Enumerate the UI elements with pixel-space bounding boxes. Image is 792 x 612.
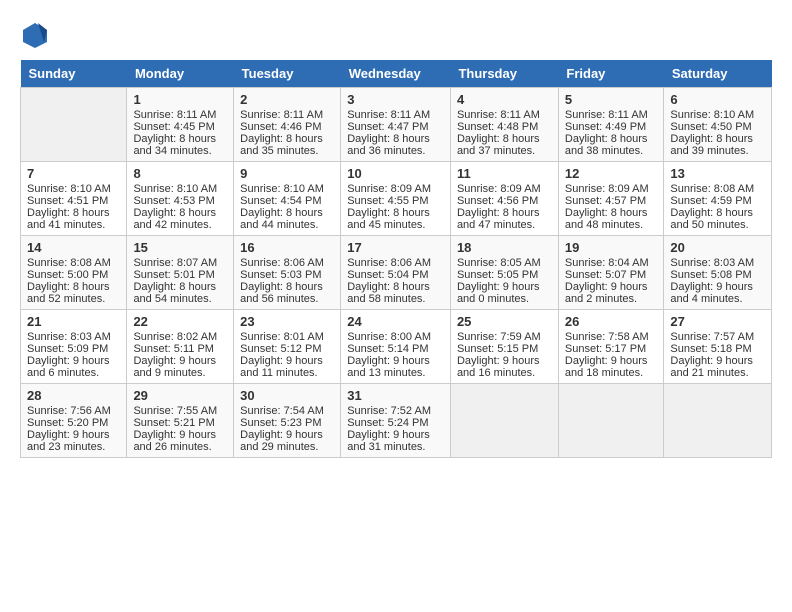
calendar-cell: 8Sunrise: 8:10 AMSunset: 4:53 PMDaylight…	[127, 162, 234, 236]
calendar-cell: 19Sunrise: 8:04 AMSunset: 5:07 PMDayligh…	[558, 236, 664, 310]
calendar-cell: 3Sunrise: 8:11 AMSunset: 4:47 PMDaylight…	[341, 88, 451, 162]
day-header-friday: Friday	[558, 60, 664, 88]
date-number: 22	[133, 314, 227, 329]
calendar-cell: 24Sunrise: 8:00 AMSunset: 5:14 PMDayligh…	[341, 310, 451, 384]
calendar-week-2: 7Sunrise: 8:10 AMSunset: 4:51 PMDaylight…	[21, 162, 772, 236]
day-header-saturday: Saturday	[664, 60, 772, 88]
calendar-body: 1Sunrise: 8:11 AMSunset: 4:45 PMDaylight…	[21, 88, 772, 458]
date-number: 17	[347, 240, 444, 255]
date-number: 13	[670, 166, 765, 181]
calendar-table: SundayMondayTuesdayWednesdayThursdayFrid…	[20, 60, 772, 458]
date-number: 25	[457, 314, 552, 329]
date-number: 14	[27, 240, 120, 255]
date-number: 2	[240, 92, 334, 107]
calendar-cell: 12Sunrise: 8:09 AMSunset: 4:57 PMDayligh…	[558, 162, 664, 236]
calendar-cell: 22Sunrise: 8:02 AMSunset: 5:11 PMDayligh…	[127, 310, 234, 384]
date-number: 7	[27, 166, 120, 181]
calendar-cell: 29Sunrise: 7:55 AMSunset: 5:21 PMDayligh…	[127, 384, 234, 458]
date-number: 10	[347, 166, 444, 181]
calendar-week-4: 21Sunrise: 8:03 AMSunset: 5:09 PMDayligh…	[21, 310, 772, 384]
calendar-cell: 15Sunrise: 8:07 AMSunset: 5:01 PMDayligh…	[127, 236, 234, 310]
calendar-cell: 27Sunrise: 7:57 AMSunset: 5:18 PMDayligh…	[664, 310, 772, 384]
calendar-cell: 2Sunrise: 8:11 AMSunset: 4:46 PMDaylight…	[234, 88, 341, 162]
day-header-tuesday: Tuesday	[234, 60, 341, 88]
date-number: 1	[133, 92, 227, 107]
calendar-cell: 14Sunrise: 8:08 AMSunset: 5:00 PMDayligh…	[21, 236, 127, 310]
calendar-cell: 5Sunrise: 8:11 AMSunset: 4:49 PMDaylight…	[558, 88, 664, 162]
date-number: 19	[565, 240, 658, 255]
header-row: SundayMondayTuesdayWednesdayThursdayFrid…	[21, 60, 772, 88]
calendar-cell: 4Sunrise: 8:11 AMSunset: 4:48 PMDaylight…	[450, 88, 558, 162]
date-number: 23	[240, 314, 334, 329]
calendar-cell: 26Sunrise: 7:58 AMSunset: 5:17 PMDayligh…	[558, 310, 664, 384]
date-number: 8	[133, 166, 227, 181]
calendar-cell	[664, 384, 772, 458]
date-number: 16	[240, 240, 334, 255]
date-number: 18	[457, 240, 552, 255]
date-number: 21	[27, 314, 120, 329]
calendar-week-1: 1Sunrise: 8:11 AMSunset: 4:45 PMDaylight…	[21, 88, 772, 162]
calendar-cell: 23Sunrise: 8:01 AMSunset: 5:12 PMDayligh…	[234, 310, 341, 384]
date-number: 28	[27, 388, 120, 403]
date-number: 30	[240, 388, 334, 403]
calendar-cell: 7Sunrise: 8:10 AMSunset: 4:51 PMDaylight…	[21, 162, 127, 236]
calendar-cell	[450, 384, 558, 458]
day-header-wednesday: Wednesday	[341, 60, 451, 88]
day-header-sunday: Sunday	[21, 60, 127, 88]
date-number: 11	[457, 166, 552, 181]
calendar-week-5: 28Sunrise: 7:56 AMSunset: 5:20 PMDayligh…	[21, 384, 772, 458]
logo-icon	[20, 20, 50, 50]
day-header-thursday: Thursday	[450, 60, 558, 88]
date-number: 4	[457, 92, 552, 107]
date-number: 3	[347, 92, 444, 107]
calendar-cell: 6Sunrise: 8:10 AMSunset: 4:50 PMDaylight…	[664, 88, 772, 162]
calendar-cell: 21Sunrise: 8:03 AMSunset: 5:09 PMDayligh…	[21, 310, 127, 384]
date-number: 24	[347, 314, 444, 329]
calendar-cell: 17Sunrise: 8:06 AMSunset: 5:04 PMDayligh…	[341, 236, 451, 310]
calendar-cell: 13Sunrise: 8:08 AMSunset: 4:59 PMDayligh…	[664, 162, 772, 236]
calendar-cell: 10Sunrise: 8:09 AMSunset: 4:55 PMDayligh…	[341, 162, 451, 236]
calendar-cell: 30Sunrise: 7:54 AMSunset: 5:23 PMDayligh…	[234, 384, 341, 458]
header	[20, 20, 772, 50]
day-header-monday: Monday	[127, 60, 234, 88]
date-number: 5	[565, 92, 658, 107]
calendar-cell: 1Sunrise: 8:11 AMSunset: 4:45 PMDaylight…	[127, 88, 234, 162]
calendar-cell	[21, 88, 127, 162]
calendar-week-3: 14Sunrise: 8:08 AMSunset: 5:00 PMDayligh…	[21, 236, 772, 310]
calendar-cell: 18Sunrise: 8:05 AMSunset: 5:05 PMDayligh…	[450, 236, 558, 310]
calendar-header: SundayMondayTuesdayWednesdayThursdayFrid…	[21, 60, 772, 88]
calendar-cell: 25Sunrise: 7:59 AMSunset: 5:15 PMDayligh…	[450, 310, 558, 384]
calendar-cell: 11Sunrise: 8:09 AMSunset: 4:56 PMDayligh…	[450, 162, 558, 236]
calendar-cell: 28Sunrise: 7:56 AMSunset: 5:20 PMDayligh…	[21, 384, 127, 458]
date-number: 26	[565, 314, 658, 329]
date-number: 6	[670, 92, 765, 107]
calendar-cell: 9Sunrise: 8:10 AMSunset: 4:54 PMDaylight…	[234, 162, 341, 236]
calendar-cell: 16Sunrise: 8:06 AMSunset: 5:03 PMDayligh…	[234, 236, 341, 310]
date-number: 29	[133, 388, 227, 403]
calendar-cell	[558, 384, 664, 458]
date-number: 15	[133, 240, 227, 255]
logo	[20, 20, 54, 50]
date-number: 31	[347, 388, 444, 403]
calendar-cell: 31Sunrise: 7:52 AMSunset: 5:24 PMDayligh…	[341, 384, 451, 458]
date-number: 20	[670, 240, 765, 255]
calendar-cell: 20Sunrise: 8:03 AMSunset: 5:08 PMDayligh…	[664, 236, 772, 310]
date-number: 12	[565, 166, 658, 181]
date-number: 27	[670, 314, 765, 329]
date-number: 9	[240, 166, 334, 181]
